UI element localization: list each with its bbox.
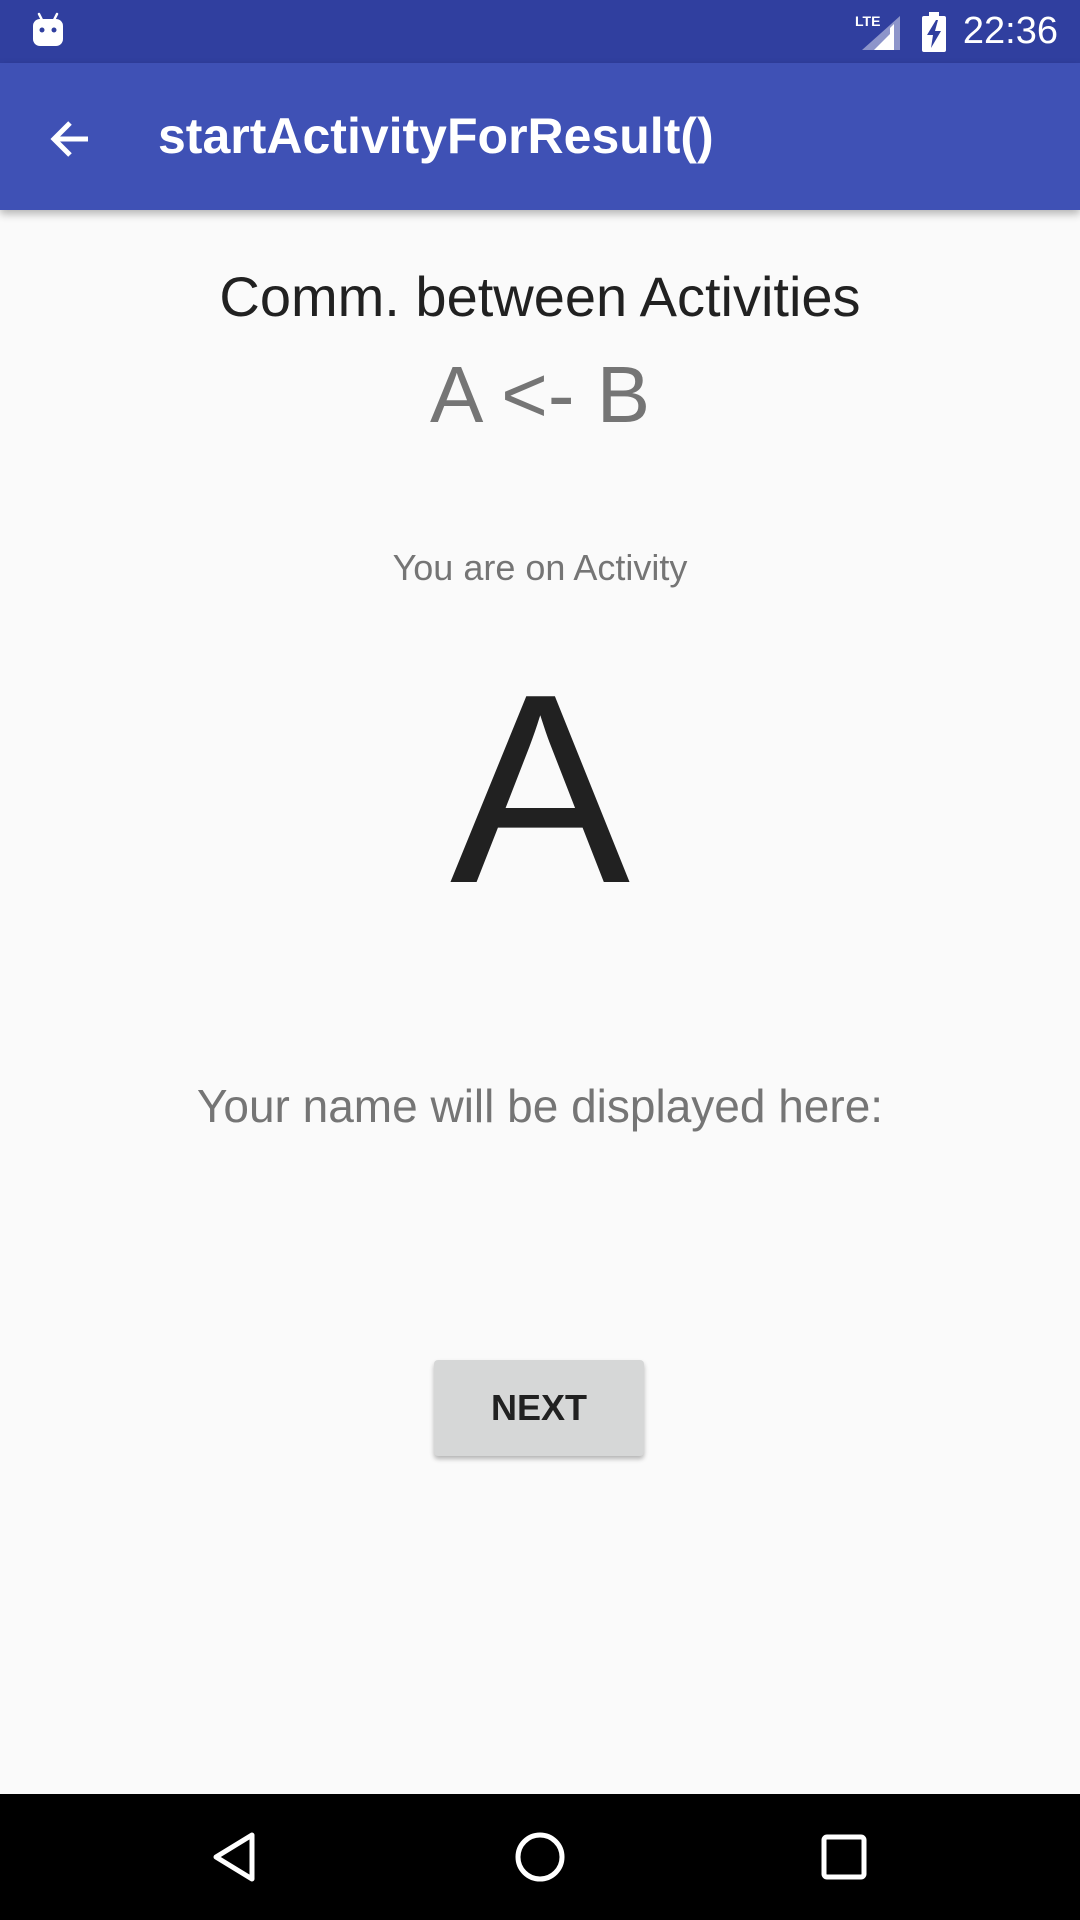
lte-label: LTE [855, 13, 880, 29]
main-content: Comm. between Activities A <- B You are … [0, 210, 1080, 1794]
nav-recents-button[interactable] [804, 1817, 884, 1897]
battery-charging-icon [922, 12, 946, 52]
activity-letter: A [449, 639, 631, 940]
status-clock: 22:36 [962, 10, 1058, 52]
lte-signal-icon: LTE [855, 13, 900, 50]
nav-back-icon [213, 1832, 255, 1882]
app-bar: startActivityForResult() [0, 63, 1080, 210]
name-display-text: Your name will be displayed here: [196, 1080, 884, 1132]
next-button[interactable]: NEXT [434, 1360, 644, 1456]
app-bar-title: startActivityForResult() [158, 108, 714, 164]
android-icon [33, 12, 63, 46]
nav-back-button[interactable] [196, 1817, 276, 1897]
nav-home-icon [515, 1832, 565, 1882]
page-subheading: A <- B [429, 350, 651, 439]
arrow-back-icon [50, 121, 88, 157]
location-label: You are on Activity [392, 547, 688, 588]
navigation-bar [0, 1794, 1080, 1920]
nav-recents-icon [821, 1834, 867, 1880]
page-heading: Comm. between Activities [219, 265, 861, 328]
nav-home-button[interactable] [500, 1817, 580, 1897]
screen: LTE 22:36 startActivityForResult() Comm.… [0, 0, 1080, 1920]
back-button[interactable] [30, 99, 110, 179]
status-bar: LTE 22:36 [0, 0, 1080, 63]
